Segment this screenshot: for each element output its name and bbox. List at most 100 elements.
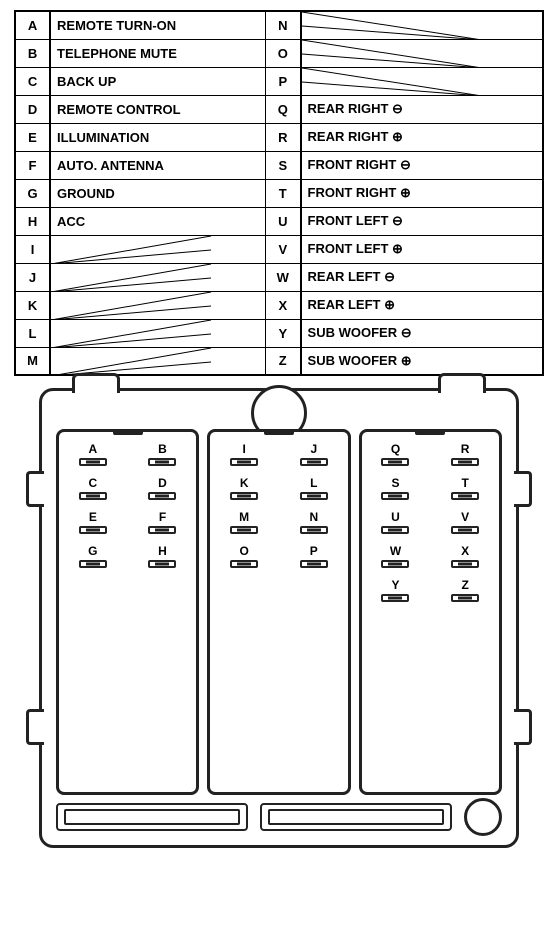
pin-label: G [88, 544, 97, 558]
pin-label: L [310, 476, 317, 490]
pin-connector [381, 594, 409, 602]
top-protrusion-left [72, 373, 120, 393]
table-right-letter: T [266, 179, 301, 207]
pin-label: H [158, 544, 167, 558]
pin-item: W [381, 544, 409, 568]
pin-connector [230, 526, 258, 534]
pin-connector [300, 526, 328, 534]
pin-connector [230, 492, 258, 500]
pin-connector [451, 492, 479, 500]
top-protrusion-right [438, 373, 486, 393]
pin-label: Q [391, 442, 400, 456]
table-left-label: AUTO. ANTENNA [50, 151, 266, 179]
table-left-label: BACK UP [50, 67, 266, 95]
pin-connector [451, 594, 479, 602]
table-right-label [301, 11, 543, 39]
table-right-label: FRONT RIGHT ⊕ [301, 179, 543, 207]
table-left-letter: D [15, 95, 50, 123]
table-left-label [50, 263, 266, 291]
table-right-letter: R [266, 123, 301, 151]
table-right-label: FRONT LEFT ⊖ [301, 207, 543, 235]
pin-item: Z [451, 578, 479, 602]
connector-diagram-wrap: ABCDEFGH IJKLMNOP QRSTUVWXYZ [14, 388, 544, 848]
table-left-letter: I [15, 235, 50, 263]
pin-label: X [461, 544, 469, 558]
pin-item: P [300, 544, 328, 568]
pin-item: D [148, 476, 176, 500]
table-left-letter: C [15, 67, 50, 95]
pin-item: V [451, 510, 479, 534]
table-right-letter: P [266, 67, 301, 95]
table-left-label: GROUND [50, 179, 266, 207]
table-right-label: REAR LEFT ⊖ [301, 263, 543, 291]
pin-connector [300, 560, 328, 568]
left-section-tab [113, 429, 143, 435]
table-right-label: SUB WOOFER ⊕ [301, 347, 543, 375]
table-right-label: REAR RIGHT ⊕ [301, 123, 543, 151]
pin-label: N [309, 510, 318, 524]
pin-item: K [230, 476, 258, 500]
pin-label: K [240, 476, 249, 490]
pin-label: T [461, 476, 468, 490]
pin-connector [300, 492, 328, 500]
pin-connector [451, 458, 479, 466]
pin-label: U [391, 510, 400, 524]
pin-connector [451, 526, 479, 534]
pin-label: J [310, 442, 317, 456]
pin-item: Q [381, 442, 409, 466]
pin-item: X [451, 544, 479, 568]
pin-label: S [391, 476, 399, 490]
side-left-top [26, 471, 44, 507]
pin-item: T [451, 476, 479, 500]
table-left-label: ILLUMINATION [50, 123, 266, 151]
table-right-letter: X [266, 291, 301, 319]
table-right-label [301, 67, 543, 95]
table-left-label: TELEPHONE MUTE [50, 39, 266, 67]
pin-label: O [239, 544, 248, 558]
table-left-letter: A [15, 11, 50, 39]
pin-connector [230, 458, 258, 466]
table-left-label: REMOTE TURN-ON [50, 11, 266, 39]
pin-label: V [461, 510, 469, 524]
pin-item: E [79, 510, 107, 534]
table-left-letter: K [15, 291, 50, 319]
table-left-letter: G [15, 179, 50, 207]
pin-label: Z [461, 578, 468, 592]
pin-label: C [88, 476, 97, 490]
pin-label: F [159, 510, 166, 524]
table-left-letter: E [15, 123, 50, 151]
inner-body: ABCDEFGH IJKLMNOP QRSTUVWXYZ [56, 429, 502, 795]
table-left-letter: M [15, 347, 50, 375]
middle-section-tab [264, 429, 294, 435]
pin-item: M [230, 510, 258, 534]
pin-label: R [461, 442, 470, 456]
table-left-letter: H [15, 207, 50, 235]
pin-item: O [230, 544, 258, 568]
pin-item: Y [381, 578, 409, 602]
middle-connector-section: I J K L M N O P [207, 429, 350, 795]
bottom-slot-right [260, 803, 452, 831]
table-right-letter: N [266, 11, 301, 39]
pin-item: I [230, 442, 258, 466]
table-right-letter: U [266, 207, 301, 235]
pin-connector [381, 560, 409, 568]
table-right-letter: S [266, 151, 301, 179]
pin-label: D [158, 476, 167, 490]
right-pin-grid: Q R S T U V W X Y Z [368, 442, 493, 602]
side-right-bottom [514, 709, 532, 745]
pin-connector [79, 458, 107, 466]
table-right-letter: W [266, 263, 301, 291]
bottom-area [56, 797, 502, 837]
table-left-label [50, 235, 266, 263]
pin-label: B [158, 442, 167, 456]
pin-connector [230, 560, 258, 568]
table-left-letter: F [15, 151, 50, 179]
table-right-letter: V [266, 235, 301, 263]
table-left-label [50, 319, 266, 347]
pin-item: B [148, 442, 176, 466]
left-pin-grid: ABCDEFGH [65, 442, 190, 568]
pin-connector [79, 492, 107, 500]
table-left-label [50, 291, 266, 319]
pin-item: L [300, 476, 328, 500]
table-right-label: REAR LEFT ⊕ [301, 291, 543, 319]
